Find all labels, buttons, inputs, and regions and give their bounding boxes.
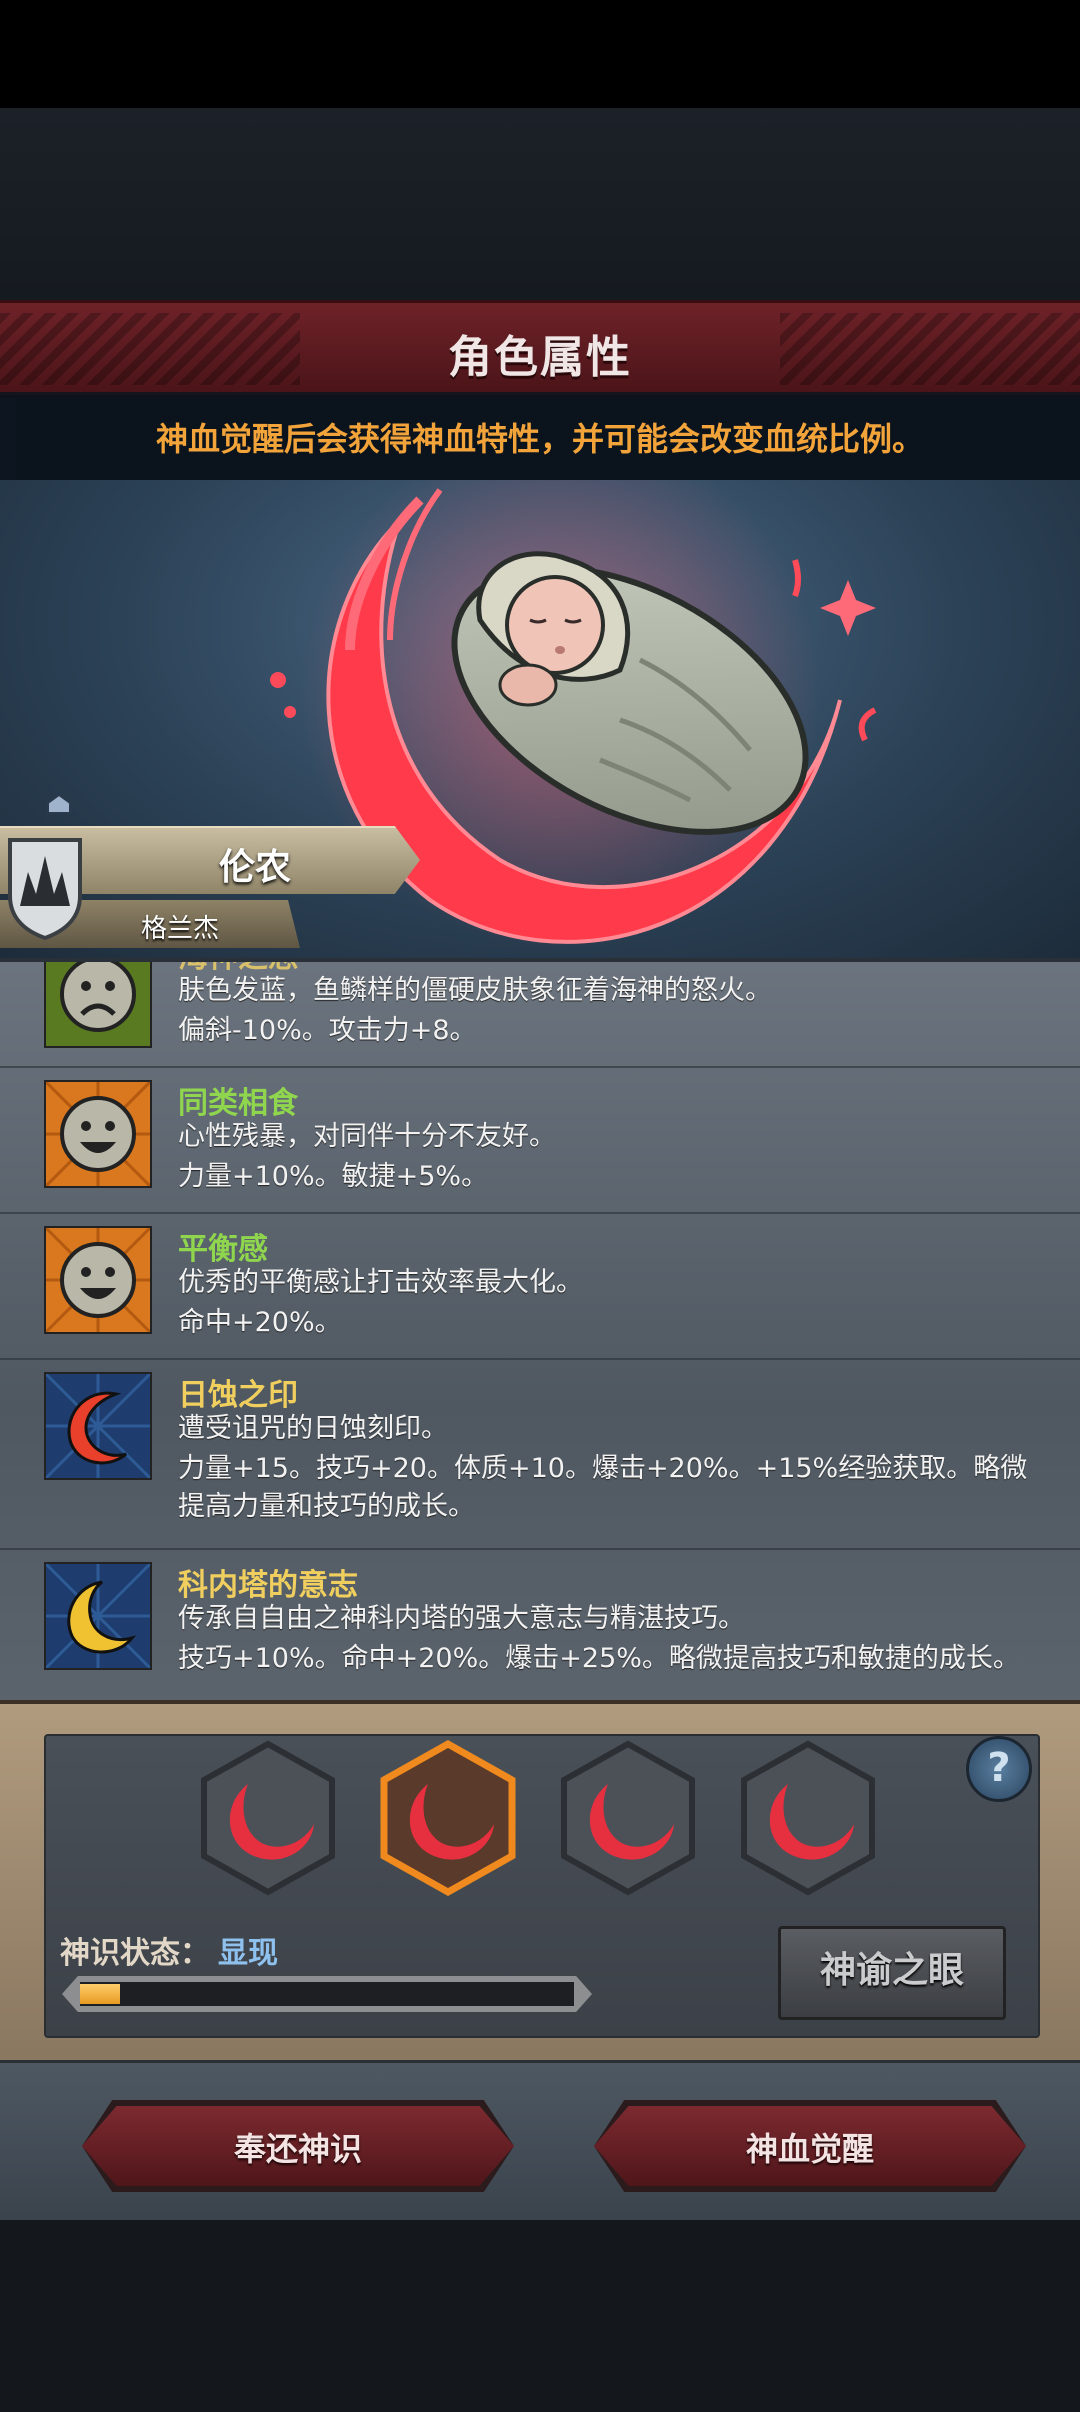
- trait-name: 同类相食: [178, 1086, 298, 1121]
- trait-effects: 力量+10%。敏捷+5%。: [178, 1161, 489, 1192]
- trait-effects: 命中+20%。: [178, 1307, 342, 1338]
- trait-name: 科内塔的意志: [178, 1568, 358, 1603]
- navigation-area: [0, 2220, 1080, 2412]
- bloodline-slot-1[interactable]: [198, 1740, 338, 1896]
- smile-face-icon: [44, 1080, 152, 1188]
- awaken-button-label: 神血觉醒: [745, 2130, 874, 2168]
- blood-awaken-button[interactable]: 神血觉醒: [594, 2106, 1026, 2186]
- trait-item: 海神之怒 肤色发蓝，鱼鳞样的僵硬皮肤象征着海神的怒火。 偏斜-10%。攻击力+8…: [0, 962, 1080, 1068]
- red-crescent-icon: [44, 1372, 152, 1480]
- return-divine-sense-button[interactable]: 奉还神识: [82, 2106, 514, 2186]
- bloodline-slot-4[interactable]: [738, 1740, 878, 1896]
- trait-name: 平衡感: [178, 1232, 268, 1267]
- page-title: 角色属性: [448, 332, 632, 383]
- status-value: 显现: [218, 1936, 278, 1971]
- trait-list[interactable]: 海神之怒 肤色发蓝，鱼鳞样的僵硬皮肤象征着海神的怒火。 偏斜-10%。攻击力+8…: [0, 958, 1080, 1704]
- oracle-eye-button[interactable]: 神谕之眼: [778, 1926, 1006, 2020]
- return-button-label: 奉还神识: [233, 2130, 362, 2168]
- trait-description: 心性残暴，对同伴十分不友好。: [178, 1121, 556, 1152]
- notice-bar: 神血觉醒后会获得神血特性，并可能会改变血统比例。: [0, 392, 1080, 480]
- status-bar-area: [0, 0, 1080, 108]
- trait-name: 日蚀之印: [178, 1378, 298, 1413]
- house-name: 格兰杰: [140, 914, 219, 944]
- trait-description: 肤色发蓝，鱼鳞样的僵硬皮肤象征着海神的怒火。: [178, 975, 772, 1006]
- bloodline-slot-2[interactable]: [378, 1740, 518, 1896]
- trait-description: 遭受诅咒的日蚀刻印。: [178, 1413, 448, 1444]
- bloodline-slot-3[interactable]: [558, 1740, 698, 1896]
- progress-fill: [80, 1984, 120, 2004]
- trait-item: 科内塔的意志 传承自自由之神科内塔的强大意志与精湛技巧。 技巧+10%。命中+2…: [0, 1548, 1080, 1704]
- notice-text: 神血觉醒后会获得神血特性，并可能会改变血统比例。: [155, 420, 924, 458]
- help-button[interactable]: ?: [966, 1736, 1032, 1802]
- top-backdrop: [0, 108, 1080, 300]
- trait-effects: 技巧+10%。命中+20%。爆击+25%。略微提高技巧和敏捷的成长。: [178, 1643, 1020, 1674]
- trait-description: 优秀的平衡感让打击效率最大化。: [178, 1267, 583, 1298]
- character-name: 伦农: [218, 847, 291, 888]
- trait-item: 日蚀之印 遭受诅咒的日蚀刻印。 力量+15。技巧+20。体质+10。爆击+20%…: [0, 1358, 1080, 1550]
- trait-item: 平衡感 优秀的平衡感让打击效率最大化。 命中+20%。: [0, 1212, 1080, 1360]
- progress-track: [80, 1982, 574, 2006]
- house-crest-icon[interactable]: [6, 836, 84, 940]
- awareness-progress-bar: [62, 1976, 592, 2012]
- gold-crescent-icon: [44, 1562, 152, 1670]
- trait-item: 同类相食 心性残暴，对同伴十分不友好。 力量+10%。敏捷+5%。: [0, 1066, 1080, 1214]
- title-banner: 角色属性: [0, 300, 1080, 398]
- trait-effects: 力量+15。技巧+20。体质+10。爆击+20%。+15%经验获取。略微提高力量…: [178, 1453, 1028, 1522]
- trait-effects: 偏斜-10%。攻击力+8。: [178, 1015, 477, 1046]
- smile-face-icon: [44, 1226, 152, 1334]
- rank-badge-icon: [47, 793, 71, 814]
- status-label: 神识状态：: [60, 1936, 210, 1971]
- trait-description: 传承自自由之神科内塔的强大意志与精湛技巧。: [178, 1603, 745, 1634]
- sad-face-icon: [44, 962, 152, 1048]
